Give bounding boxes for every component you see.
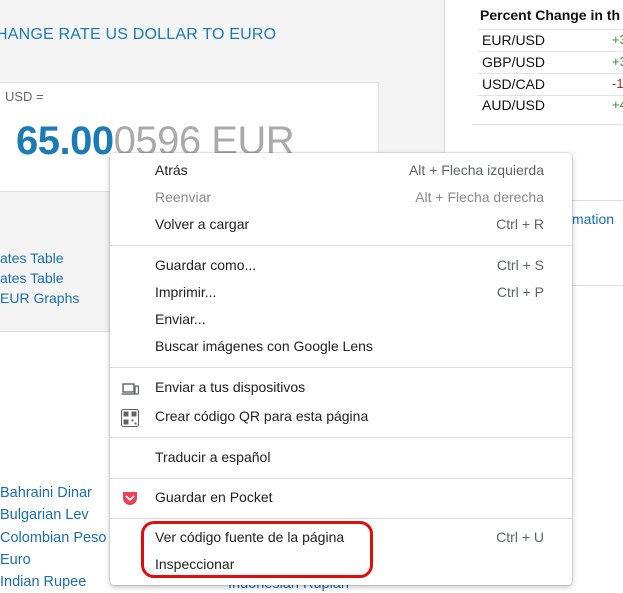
menu-item-label: Imprimir... xyxy=(155,284,217,300)
page-title: HANGE RATE US DOLLAR TO EURO xyxy=(0,26,277,43)
menu-item-label: Enviar... xyxy=(155,311,206,327)
pair-label: GBP/USD xyxy=(482,54,546,70)
menu-item-label: Guardar en Pocket xyxy=(155,489,273,505)
amount-main: 65.00 xyxy=(16,119,114,163)
divider xyxy=(478,51,623,52)
currency-link-bulgarian-lev[interactable]: Bulgarian Lev xyxy=(0,507,89,523)
menu-item-forward[interactable]: Reenviar Alt + Flecha derecha xyxy=(110,185,572,212)
menu-item-shortcut: Alt + Flecha derecha xyxy=(415,189,544,205)
menu-item-shortcut: Ctrl + U xyxy=(496,529,544,545)
menu-item-label: Buscar imágenes con Google Lens xyxy=(155,338,373,354)
menu-item-label: Atrás xyxy=(155,162,188,178)
menu-separator xyxy=(110,367,572,368)
divider xyxy=(478,29,623,30)
menu-separator xyxy=(110,437,572,438)
menu-item-shortcut: Ctrl + P xyxy=(496,284,544,300)
divider xyxy=(478,73,623,74)
menu-separator xyxy=(110,478,572,479)
devices-icon xyxy=(121,380,140,398)
menu-item-label: Traducir a español xyxy=(155,449,271,465)
pair-change: -1 xyxy=(612,76,623,91)
menu-separator xyxy=(110,518,572,519)
menu-item-send[interactable]: Enviar... xyxy=(110,307,572,334)
pair-change: +3 xyxy=(612,54,623,69)
menu-item-label: Enviar a tus dispositivos xyxy=(155,379,306,395)
percent-change-title: Percent Change in th xyxy=(480,7,621,23)
menu-item-shortcut: Ctrl + R xyxy=(496,216,544,232)
menu-item-shortcut: Alt + Flecha izquierda xyxy=(408,162,544,178)
rates-table-link[interactable]: ates Table xyxy=(0,250,64,266)
menu-item-print[interactable]: Imprimir... Ctrl + P xyxy=(110,280,572,307)
left-links: ates Table ates Table EUR Graphs xyxy=(0,248,79,308)
menu-item-save-to-pocket[interactable]: Guardar en Pocket xyxy=(110,485,572,512)
pair-label: EUR/USD xyxy=(482,32,546,48)
menu-item-translate[interactable]: Traducir a español xyxy=(110,445,572,472)
pair-label: AUD/USD xyxy=(482,97,546,113)
currency-link-bahraini-dinar[interactable]: Bahraini Dinar xyxy=(0,485,92,501)
qr-code-icon xyxy=(121,409,139,427)
menu-item-shortcut: Ctrl + S xyxy=(496,257,544,273)
currency-link-indian-rupee[interactable]: Indian Rupee xyxy=(0,574,86,590)
menu-item-label: Volver a cargar xyxy=(155,216,250,232)
highlight-annotation xyxy=(141,521,373,578)
information-link[interactable]: mation xyxy=(572,211,614,227)
percent-change-panel: Percent Change in th EUR/USD +3 GBP/USD … xyxy=(472,0,623,125)
menu-item-label: Reenviar xyxy=(155,189,212,205)
rates-table-link-2[interactable]: ates Table xyxy=(0,270,64,286)
currency-link-colombian-peso[interactable]: Colombian Peso xyxy=(0,530,106,546)
menu-item-google-lens[interactable]: Buscar imágenes con Google Lens xyxy=(110,334,572,361)
menu-item-save-as[interactable]: Guardar como... Ctrl + S xyxy=(110,253,572,280)
menu-item-back[interactable]: Atrás Alt + Flecha izquierda xyxy=(110,158,572,185)
menu-item-send-to-devices[interactable]: Enviar a tus dispositivos xyxy=(110,375,572,402)
menu-item-label: Crear código QR para esta página xyxy=(155,408,369,424)
divider xyxy=(478,95,623,96)
menu-item-label: Guardar como... xyxy=(155,257,257,273)
currency-link-euro[interactable]: Euro xyxy=(0,552,31,568)
pair-change: +3 xyxy=(612,32,623,47)
usd-label: USD = xyxy=(5,89,44,104)
pair-label: USD/CAD xyxy=(482,76,546,92)
menu-item-create-qr[interactable]: Crear código QR para esta página xyxy=(110,404,572,431)
pocket-icon xyxy=(121,490,139,508)
menu-separator xyxy=(110,245,572,246)
menu-item-reload[interactable]: Volver a cargar Ctrl + R xyxy=(110,212,572,239)
eur-graphs-link[interactable]: EUR Graphs xyxy=(0,290,79,306)
currency-list: Bahraini Dinar Bulgarian Lev Colombian P… xyxy=(0,482,106,593)
pair-change: +4 xyxy=(612,97,623,112)
